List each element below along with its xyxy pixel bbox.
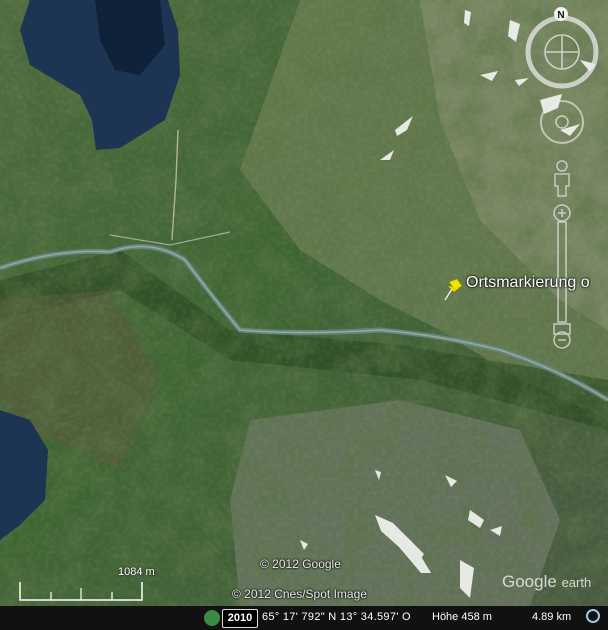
- imagery-copyright-cnes: © 2012 Cnes/Spot Image: [232, 587, 367, 601]
- pointer-elevation: Höhe 458 m: [432, 611, 492, 623]
- imagery-copyright-google: © 2012 Google: [260, 557, 341, 571]
- historical-imagery-icon[interactable]: [204, 610, 220, 626]
- scale-ruler: [19, 582, 143, 601]
- scale-label: 1084 m: [118, 566, 155, 578]
- satellite-map[interactable]: [0, 0, 608, 630]
- pointer-coordinates: 65° 17' 792" N 13° 34.597' O: [262, 611, 411, 623]
- scale-legend: 1084 m: [18, 566, 155, 606]
- compass-north-letter: N: [557, 10, 564, 21]
- status-bar: 2010 65° 17' 792" N 13° 34.597' O Höhe 4…: [0, 606, 608, 630]
- placemark-label[interactable]: Ortsmarkierung o: [466, 274, 590, 292]
- earth-viewport[interactable]: N Ortsmarkierung o © 2012 Google © 2012 …: [0, 0, 608, 630]
- logo-google-text: Google: [502, 572, 557, 591]
- google-earth-logo: Google earth: [502, 572, 591, 592]
- pegman-icon[interactable]: [554, 160, 570, 197]
- compass-ring-icon[interactable]: [525, 15, 599, 89]
- pushpin-icon[interactable]: [441, 278, 463, 302]
- logo-earth-text: earth: [561, 575, 592, 590]
- streaming-indicator-icon: [586, 609, 600, 623]
- navigation-controls[interactable]: N: [520, 6, 606, 356]
- move-joystick-icon[interactable]: [540, 100, 584, 144]
- imagery-year[interactable]: 2010: [222, 609, 258, 628]
- eye-altitude: 4.89 km: [532, 611, 572, 623]
